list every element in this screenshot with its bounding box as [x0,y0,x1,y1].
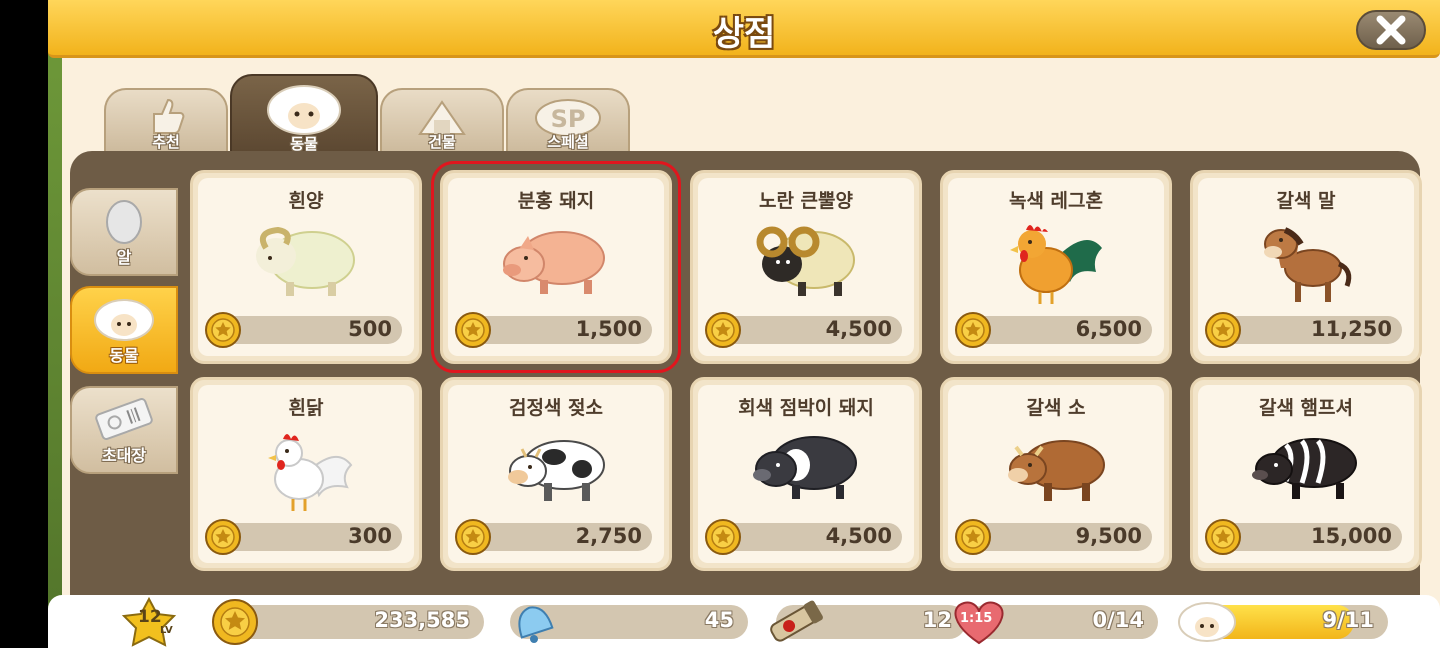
bell-icon [518,606,554,643]
white-sheep-icon [256,226,355,296]
item-name: 검정색 젖소 [508,397,603,419]
shop-item-dairy-cow[interactable]: 검정색 젖소 2,750 [440,377,672,571]
item-name: 노란 큰뿔양 [758,190,853,212]
pink-pig-icon [503,231,605,294]
coin-icon [705,312,741,348]
item-price: 15,000 [1310,524,1392,548]
tab-recommended[interactable]: 추천 [104,88,228,156]
shop-item-spotted-pig[interactable]: 회색 점박이 돼지 4,500 [690,377,922,571]
shop-item-brown-horse[interactable]: 갈색 말 11,250 [1190,170,1422,364]
coin-icon [205,312,241,348]
side-tab-label: 초대장 [101,446,147,465]
dairy-cow-icon [508,440,605,501]
coin-icon [1205,519,1241,555]
item-name: 흰양 [288,190,324,212]
item-price: 300 [348,524,392,548]
item-price: 500 [348,317,392,341]
close-button[interactable] [1356,10,1426,50]
item-price: 1,500 [575,317,642,341]
coin-icon [455,312,491,348]
shop-item-white-chicken[interactable]: 흰닭 300 [190,377,422,571]
spotted-pig-icon [753,436,857,499]
price-bar: 15,000 [1205,519,1402,555]
tab-buildings[interactable]: 건물 [380,88,504,156]
item-name: 갈색 말 [1276,190,1336,212]
page-title: 상점 [712,14,776,54]
ticket-icon [95,398,153,440]
sheep-icon [94,299,154,341]
item-name: 회색 점박이 돼지 [738,397,874,419]
item-name: 녹색 레그혼 [1008,190,1103,212]
price-bar: 300 [205,519,402,555]
coin-icon [955,312,991,348]
tab-special[interactable]: SP 스페셜 [506,88,630,156]
coin-icon [205,519,241,555]
item-price: 6,500 [1075,317,1142,341]
heart-timer: 1:15 [960,611,993,626]
coin-icon [705,519,741,555]
shop-item-bighorn-sheep[interactable]: 노란 큰뿔양 4,500 [690,170,922,364]
brown-horse-icon [1264,227,1352,302]
sheep-icon [1178,602,1236,642]
coin-icon [1205,312,1241,348]
bell-value: 45 [704,608,734,632]
shop-item-pink-pig[interactable]: 분홍 돼지 1,500 [431,161,681,373]
item-price: 2,750 [575,524,642,548]
shop-item-brown-cow[interactable]: 갈색 소 9,500 [940,377,1172,571]
hampshire-pig-icon [1252,438,1357,499]
shop-item-hampshire-pig[interactable]: 갈색 햄프셔 15,000 [1190,377,1422,571]
shop-item-white-sheep[interactable]: 흰양 500 [190,170,422,364]
item-price: 11,250 [1310,317,1392,341]
price-bar: 500 [205,312,402,348]
shop-header: 상점 [48,0,1440,58]
level-value: 12 [138,607,162,627]
animal-capacity-value: 9/11 [1322,608,1374,632]
coin-value: 233,585 [374,608,470,632]
price-bar: 2,750 [455,519,652,555]
svg-text:SP: SP [551,105,586,133]
brown-cow-icon [1008,440,1105,501]
item-price: 9,500 [1075,524,1142,548]
price-bar: 9,500 [955,519,1152,555]
thumbs-up-icon [153,98,185,134]
close-icon [1376,15,1406,45]
coin-icon [455,519,491,555]
side-tab-label: 동물 [109,346,139,365]
egg-icon [106,200,142,244]
white-chicken-icon [268,434,353,511]
item-price: 4,500 [825,317,892,341]
tab-label: 스페셜 [547,133,589,151]
item-name: 갈색 햄프셔 [1258,397,1353,419]
tab-animals[interactable]: 동물 [230,74,378,158]
side-tab-animals[interactable]: 동물 [70,286,178,374]
tab-label: 건물 [428,133,456,151]
status-bar: 12 LV 233,585 45 12 0/14 1:15 9/11 [48,595,1440,648]
item-name: 갈색 소 [1026,397,1086,419]
coin-icon [955,519,991,555]
tab-label: 추천 [152,133,180,151]
tube-icon [770,600,823,642]
price-bar: 4,500 [705,519,902,555]
item-name: 흰닭 [288,397,324,419]
price-bar: 11,250 [1205,312,1402,348]
level-label: LV [160,625,173,636]
side-tab-label: 알 [116,248,132,267]
shop-item-leghorn-rooster[interactable]: 녹색 레그혼 6,500 [940,170,1172,364]
side-tab-invitation[interactable]: 초대장 [70,386,178,474]
side-tab-egg[interactable]: 알 [70,188,178,276]
background-edge [48,0,62,648]
coin-icon [212,599,258,645]
rooster-icon [1010,225,1102,304]
price-bar: 1,500 [455,312,652,348]
price-bar: 4,500 [705,312,902,348]
heart-value: 0/14 [1092,608,1144,632]
shop-screen: 상점 추천 동물 건물 SP 스페셜 알 동물 초대장 흰양 500 분홍 돼지… [48,0,1440,648]
price-bar: 6,500 [955,312,1152,348]
sheep-icon [267,85,341,135]
bighorn-sheep-icon [756,226,855,296]
item-price: 4,500 [825,524,892,548]
item-name: 분홍 돼지 [517,190,595,212]
